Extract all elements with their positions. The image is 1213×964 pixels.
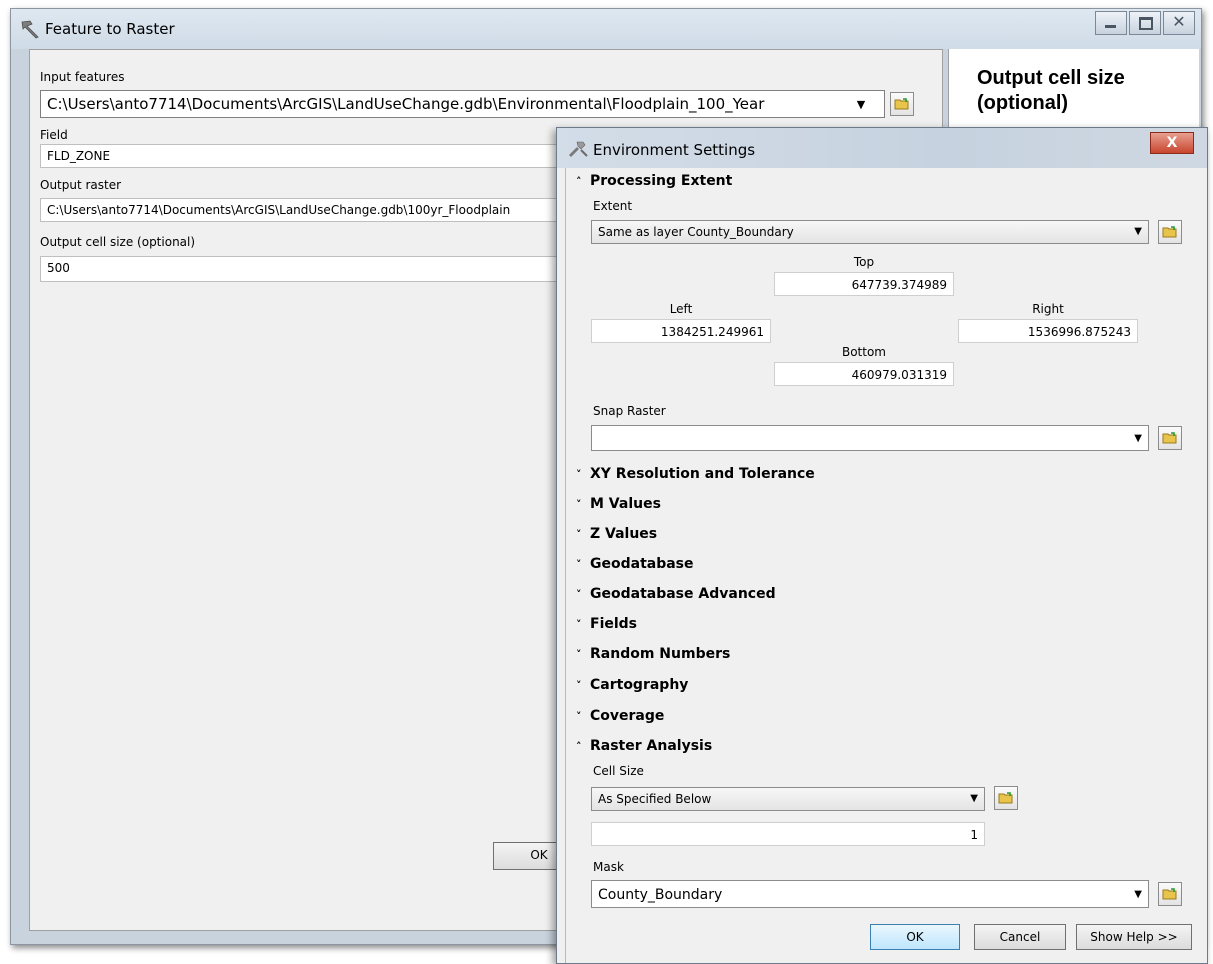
- chevron-down-icon: ˅: [576, 679, 582, 692]
- raster-analysis-label: Raster Analysis: [590, 738, 713, 754]
- cell-size-combo[interactable]: As Specified Below ▼: [591, 787, 985, 811]
- window-title: Feature to Raster: [45, 20, 175, 38]
- cell-size-value: As Specified Below: [598, 792, 712, 806]
- section-fields[interactable]: ˅ Fields: [576, 616, 637, 632]
- snap-raster-browse-button[interactable]: [1158, 426, 1182, 450]
- section-label: Cartography: [590, 677, 689, 693]
- cell-size-label: Cell Size: [593, 764, 644, 778]
- section-label: Coverage: [590, 708, 665, 724]
- bottom-label: Bottom: [841, 345, 886, 359]
- env-close-button[interactable]: X: [1150, 132, 1194, 154]
- cell-size-browse-button[interactable]: [994, 786, 1018, 810]
- field-input[interactable]: FLD_ZONE: [40, 144, 600, 168]
- section-label: Geodatabase: [590, 556, 694, 572]
- input-features-browse-button[interactable]: [890, 92, 914, 116]
- chevron-down-icon: ▼: [1134, 433, 1142, 444]
- section-label: XY Resolution and Tolerance: [590, 466, 815, 482]
- folder-icon: [1162, 226, 1177, 238]
- chevron-down-icon: ˅: [576, 468, 582, 481]
- cell-size-number-field[interactable]: 1: [591, 822, 985, 846]
- input-features-field[interactable]: C:\Users\anto7714\Documents\ArcGIS\LandU…: [40, 90, 885, 118]
- section-xy-resolution[interactable]: ˅ XY Resolution and Tolerance: [576, 466, 815, 482]
- mask-label: Mask: [593, 860, 624, 874]
- section-label: M Values: [590, 496, 661, 512]
- chevron-down-icon: ˅: [576, 710, 582, 723]
- chevron-down-icon: ˅: [576, 498, 582, 511]
- chevron-down-icon: ▼: [1134, 226, 1142, 237]
- section-random-numbers[interactable]: ˅ Random Numbers: [576, 646, 730, 662]
- help-title: Output cell size (optional): [977, 67, 1125, 114]
- input-features-label: Input features: [40, 70, 125, 84]
- extent-browse-button[interactable]: [1158, 220, 1182, 244]
- env-cancel-button[interactable]: Cancel: [974, 924, 1066, 950]
- extent-label: Extent: [593, 199, 633, 213]
- right-label: Right: [1032, 302, 1064, 316]
- cell-size-field[interactable]: 500: [40, 256, 600, 282]
- extent-combo[interactable]: Same as layer County_Boundary ▼: [591, 220, 1149, 244]
- output-raster-field[interactable]: C:\Users\anto7714\Documents\ArcGIS\LandU…: [40, 198, 600, 222]
- chevron-down-icon: ˅: [576, 528, 582, 541]
- chevron-up-icon: ˄: [576, 740, 582, 753]
- close-button[interactable]: ✕: [1163, 11, 1195, 35]
- folder-icon: [894, 98, 909, 110]
- folder-icon: [998, 792, 1013, 804]
- snap-raster-combo[interactable]: ▼: [591, 425, 1149, 451]
- env-title-bar[interactable]: Environment Settings X: [557, 128, 1207, 168]
- section-coverage[interactable]: ˅ Coverage: [576, 708, 664, 724]
- section-z-values[interactable]: ˅ Z Values: [576, 526, 657, 542]
- section-label: Geodatabase Advanced: [590, 586, 776, 602]
- environment-settings-dialog: Environment Settings X ˄ Processing Exten…: [556, 127, 1208, 964]
- env-ok-button[interactable]: OK: [870, 924, 960, 950]
- output-raster-label: Output raster: [40, 178, 122, 192]
- extent-value: Same as layer County_Boundary: [598, 225, 794, 239]
- chevron-down-icon: ▼: [1134, 889, 1142, 900]
- input-features-dropdown-icon[interactable]: ▼: [852, 96, 870, 114]
- right-field[interactable]: 1536996.875243: [958, 319, 1138, 343]
- chevron-up-icon: ˄: [576, 175, 582, 188]
- section-geodatabase[interactable]: ˅ Geodatabase: [576, 556, 694, 572]
- chevron-down-icon: ˅: [576, 648, 582, 661]
- hammer-icon: [19, 18, 41, 40]
- show-help-button[interactable]: Show Help >>: [1076, 924, 1192, 950]
- mask-browse-button[interactable]: [1158, 882, 1182, 906]
- folder-icon: [1162, 432, 1177, 444]
- folder-icon: [1162, 888, 1177, 900]
- maximize-button[interactable]: [1129, 11, 1161, 35]
- minimize-button[interactable]: [1095, 11, 1127, 35]
- section-label: Random Numbers: [590, 646, 731, 662]
- mask-value: County_Boundary: [598, 887, 723, 903]
- processing-extent-header[interactable]: ˄ Processing Extent: [576, 173, 732, 189]
- section-geodatabase-advanced[interactable]: ˅ Geodatabase Advanced: [576, 586, 776, 602]
- chevron-down-icon: ˅: [576, 588, 582, 601]
- title-bar[interactable]: Feature to Raster ✕: [11, 9, 1201, 49]
- section-label: Fields: [590, 616, 638, 632]
- left-label: Left: [669, 302, 693, 316]
- section-cartography[interactable]: ˅ Cartography: [576, 677, 688, 693]
- bottom-field[interactable]: 460979.031319: [774, 362, 954, 386]
- env-settings-list: ˄ Processing Extent Extent Same as layer …: [565, 168, 1200, 963]
- snap-raster-label: Snap Raster: [593, 404, 666, 418]
- chevron-down-icon: ˅: [576, 618, 582, 631]
- section-m-values[interactable]: ˅ M Values: [576, 496, 661, 512]
- processing-extent-label: Processing Extent: [590, 173, 733, 189]
- env-title: Environment Settings: [593, 141, 756, 159]
- field-label: Field: [40, 128, 68, 142]
- raster-analysis-header[interactable]: ˄ Raster Analysis: [576, 738, 712, 754]
- cell-size-label: Output cell size (optional): [40, 235, 196, 249]
- mask-combo[interactable]: County_Boundary ▼: [591, 880, 1149, 908]
- top-label: Top: [853, 255, 875, 269]
- left-field[interactable]: 1384251.249961: [591, 319, 771, 343]
- top-field[interactable]: 647739.374989: [774, 272, 954, 296]
- section-label: Z Values: [590, 526, 658, 542]
- chevron-down-icon: ▼: [970, 793, 978, 804]
- tools-icon: [567, 140, 589, 158]
- chevron-down-icon: ˅: [576, 558, 582, 571]
